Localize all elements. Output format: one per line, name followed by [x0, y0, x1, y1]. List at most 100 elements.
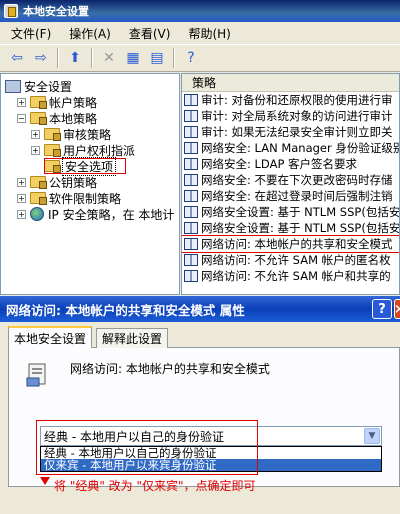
policy-icon: [184, 94, 198, 106]
tree-item-label: 公钥策略: [49, 175, 98, 190]
policy-name-label: 网络访问: 本地帐户的共享和安全模式: [70, 362, 270, 376]
policy-row-label: 网络安全: LAN Manager 身份验证级别: [201, 141, 400, 155]
toolbar-separator: [173, 48, 175, 68]
tree-item[interactable]: + 审核策略: [31, 126, 111, 142]
main-window-title: 本地安全设置: [23, 5, 89, 18]
policy-icon: [184, 222, 198, 234]
expand-icon[interactable]: +: [17, 177, 26, 187]
tree-item-label: 软件限制策略: [49, 191, 122, 206]
policy-row[interactable]: 网络访问: 不允许 SAM 帐户的匿名枚: [182, 252, 399, 268]
policy-row-label: 网络安全设置: 基于 NTLM SSP(包括安: [201, 221, 400, 235]
policy-row[interactable]: 网络安全: 不要在下次更改密码时存储: [182, 172, 399, 188]
tree-item-label: IP 安全策略，在 本地计: [48, 207, 175, 222]
tree-root-label: 安全设置: [24, 79, 73, 94]
menu-action[interactable]: 操作(A): [62, 23, 118, 44]
policy-row-label: 网络访问: 不允许 SAM 帐户和共享的: [201, 269, 391, 283]
policy-icon: [184, 270, 198, 282]
policy-row-label: 网络安全设置: 基于 NTLM SSP(包括安: [201, 205, 400, 219]
policy-icon: [184, 190, 198, 202]
policy-row[interactable]: 网络访问: 本地帐户的共享和安全模式: [182, 235, 399, 253]
policy-row[interactable]: 审计: 如果无法纪录安全审计则立即关: [182, 124, 399, 140]
policy-document-icon: [26, 363, 46, 387]
annotation-text: 将 "经典" 改为 "仅来宾"，点确定即可: [54, 479, 256, 493]
dialog-title: 网络访问: 本地帐户的共享和安全模式 属性: [6, 302, 245, 318]
export-icon[interactable]: ▤: [146, 47, 168, 69]
back-icon[interactable]: ⇦: [6, 47, 28, 69]
expand-icon[interactable]: +: [17, 193, 26, 203]
policy-icon: [184, 206, 198, 218]
policy-row[interactable]: 网络安全: 在超过登录时间后强制注销: [182, 188, 399, 204]
policy-icon: [184, 238, 198, 250]
folder-icon: [30, 112, 47, 125]
policy-row-label: 网络安全: 在超过登录时间后强制注销: [201, 189, 393, 203]
policy-row[interactable]: 网络安全: LAN Manager 身份验证级别: [182, 140, 399, 156]
dialog-help-button[interactable]: ?: [372, 299, 392, 319]
expand-icon[interactable]: +: [31, 145, 40, 155]
folder-icon: [30, 192, 47, 205]
properties-icon[interactable]: ▦: [122, 47, 144, 69]
security-settings-icon: [4, 4, 18, 18]
policy-icon: [184, 126, 198, 138]
column-header-policy[interactable]: 策略: [182, 74, 399, 92]
tree-item[interactable]: + 公钥策略: [17, 174, 97, 190]
menu-file[interactable]: 文件(F): [4, 23, 58, 44]
policy-icon: [184, 174, 198, 186]
dialog-close-button[interactable]: ×: [394, 299, 400, 319]
toolbar-separator: [91, 48, 93, 68]
policy-row-label: 网络访问: 本地帐户的共享和安全模式: [201, 237, 393, 251]
expand-icon[interactable]: +: [31, 129, 40, 139]
console-tree[interactable]: 安全设置 + 帐户策略 − 本地策略 + 审核策略 + 用户权利指派 安全选项 + 公钥策略 + 软件限…: [0, 73, 180, 295]
policy-row-label: 网络安全: LDAP 客户签名要求: [201, 157, 358, 171]
expand-icon[interactable]: +: [17, 97, 26, 107]
expand-icon[interactable]: +: [17, 209, 26, 219]
folder-icon: [44, 128, 61, 141]
menu-help[interactable]: 帮助(H): [181, 23, 237, 44]
policy-row-label: 网络访问: 不允许 SAM 帐户的匿名枚: [201, 253, 391, 267]
tree-item[interactable]: − 本地策略: [17, 110, 97, 126]
computer-icon: [5, 79, 21, 93]
folder-icon: [30, 96, 47, 109]
menu-view[interactable]: 查看(V): [122, 23, 178, 44]
policy-row[interactable]: 审计: 对备份和还原权限的使用进行审: [182, 92, 399, 108]
tree-item-label: 帐户策略: [49, 95, 98, 110]
policy-row[interactable]: 审计: 对全局系统对象的访问进行审计: [182, 108, 399, 124]
dialog-title-bar[interactable]: 网络访问: 本地帐户的共享和安全模式 属性: [0, 296, 400, 322]
policy-row[interactable]: 网络访问: 不允许 SAM 帐户和共享的: [182, 268, 399, 284]
policy-row-label: 网络安全: 不要在下次更改密码时存储: [201, 173, 393, 187]
policy-row-label: 审计: 对全局系统对象的访问进行审计: [201, 109, 393, 123]
tree-root[interactable]: 安全设置: [5, 78, 72, 94]
tree-item[interactable]: + 帐户策略: [17, 94, 97, 110]
tree-item[interactable]: + 软件限制策略: [17, 190, 121, 206]
up-folder-icon[interactable]: ⬆: [64, 47, 86, 69]
policy-row[interactable]: 网络安全设置: 基于 NTLM SSP(包括安: [182, 204, 399, 220]
collapse-icon[interactable]: −: [17, 113, 26, 123]
annotation-arrow-icon: [40, 477, 50, 485]
tree-item[interactable]: + IP 安全策略，在 本地计: [17, 206, 174, 222]
policy-icon: [184, 142, 198, 154]
policy-row-label: 审计: 如果无法纪录安全审计则立即关: [201, 125, 393, 139]
policy-icon: [184, 254, 198, 266]
annotation-highlight-box: [36, 420, 258, 475]
policy-list[interactable]: 策略 审计: 对备份和还原权限的使用进行审 审计: 对全局系统对象的访问进行审计审…: [181, 73, 400, 295]
tree-item-label: 用户权利指派: [63, 143, 136, 158]
folder-icon: [30, 176, 47, 189]
help-icon[interactable]: ?: [180, 47, 202, 69]
annotation-highlight-box: [44, 158, 126, 174]
delete-icon[interactable]: ✕: [98, 47, 120, 69]
folder-icon: [44, 144, 61, 157]
policy-row[interactable]: 网络安全: LDAP 客户签名要求: [182, 156, 399, 172]
policy-row[interactable]: 网络安全设置: 基于 NTLM SSP(包括安: [182, 220, 399, 236]
tab-explain-setting[interactable]: 解释此设置: [96, 328, 169, 348]
main-title-bar[interactable]: 本地安全设置: [0, 0, 400, 22]
tree-item-label: 本地策略: [49, 111, 98, 126]
chevron-down-icon[interactable]: ▼: [364, 428, 380, 444]
menu-bar: 文件(F) 操作(A) 查看(V) 帮助(H): [0, 22, 400, 44]
policy-row-label: 审计: 对备份和还原权限的使用进行审: [201, 93, 393, 107]
policy-icon: [184, 158, 198, 170]
toolbar-separator: [57, 48, 59, 68]
forward-icon[interactable]: ⇨: [30, 47, 52, 69]
toolbar: ⇦ ⇨ ⬆ ✕ ▦ ▤ ?: [0, 44, 400, 72]
tab-local-security-setting[interactable]: 本地安全设置: [8, 326, 93, 348]
tree-item[interactable]: + 用户权利指派: [31, 142, 135, 158]
ip-security-icon: [30, 207, 44, 221]
